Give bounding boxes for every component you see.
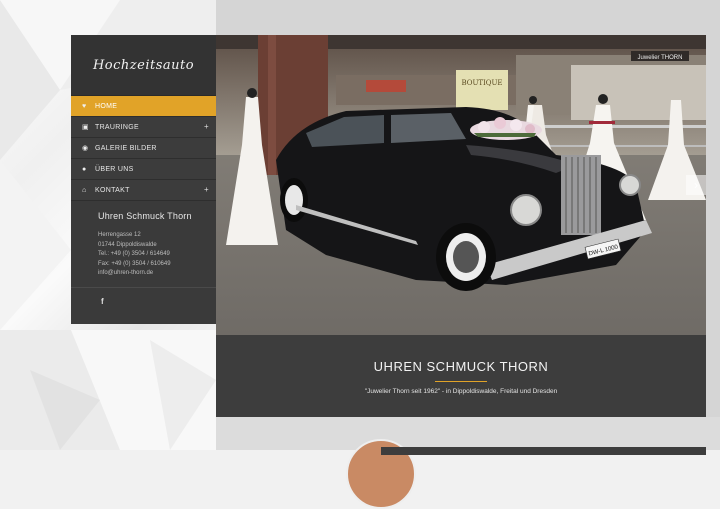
phone-number: Tel.: +49 (0) 3504 / 614649 — [98, 251, 170, 258]
hero-caption: UHREN SCHMUCK THORN "Juwelier Thorn seit… — [216, 335, 706, 417]
fax-number: Fax: +49 (0) 3504 / 610649 — [98, 260, 171, 267]
contact-block: Uhren Schmuck Thorn Herrengasse 12 01744… — [71, 201, 216, 279]
nav-item-kontakt[interactable]: ⌂ Kontakt + — [71, 180, 216, 201]
nav-item-home[interactable]: ♥ Home — [71, 96, 216, 117]
expand-plus-icon[interactable]: + — [204, 122, 209, 131]
caption-title: UHREN SCHMUCK THORN — [373, 359, 549, 374]
nav-item-label: Trauringe — [95, 123, 139, 131]
expand-plus-icon[interactable]: + — [204, 185, 209, 194]
nav-item-trauringe[interactable]: ▣ Trauringe + — [71, 117, 216, 138]
company-name: Uhren Schmuck Thorn — [98, 211, 192, 221]
chevron-right-icon: › — [694, 178, 698, 192]
home-icon: ⌂ — [82, 186, 87, 194]
email-link[interactable]: info@uhren-thorn.de — [98, 269, 216, 279]
sidebar: Hochzeitsauto ♥ Home ▣ Trauringe + ◉ Gal… — [71, 35, 216, 324]
address-street: Herrengasse 12 — [98, 232, 141, 238]
slider-next-button[interactable]: › — [686, 175, 706, 195]
main-nav: ♥ Home ▣ Trauringe + ◉ Galerie Bilder ● … — [71, 96, 216, 201]
camera-icon: ◉ — [82, 145, 89, 152]
boutique-sign: BOUTIQUE — [461, 79, 502, 87]
nav-item-ueber-uns[interactable]: ● Über uns — [71, 159, 216, 180]
caption-divider — [435, 381, 487, 382]
address-city: 01744 Dippoldiswalde — [98, 241, 157, 248]
next-section — [216, 417, 720, 509]
logo-text[interactable]: Hochzeitsauto — [93, 58, 194, 73]
caption-subtitle: "Juwelier Thorn seit 1962" - in Dippoldi… — [364, 388, 558, 395]
nav-item-label: Galerie Bilder — [95, 144, 157, 152]
facebook-icon[interactable]: f — [101, 297, 104, 306]
gift-icon: ▣ — [82, 124, 89, 131]
logo[interactable]: Hochzeitsauto — [71, 35, 216, 96]
store-sign: Juwelier THORN — [638, 55, 683, 61]
next-section-bar — [381, 447, 706, 455]
heart-icon: ♥ — [82, 102, 87, 110]
nav-item-label: Home — [95, 102, 118, 110]
nav-item-label: Kontakt — [95, 186, 130, 194]
sidebar-divider — [71, 287, 216, 288]
nav-item-label: Über uns — [95, 165, 134, 173]
nav-item-galerie[interactable]: ◉ Galerie Bilder — [71, 138, 216, 159]
hero-slider[interactable]: Juwelier THORN BOUTIQUE DW-L 1000 › — [216, 35, 706, 335]
user-icon: ● — [82, 165, 87, 173]
hero-image: Juwelier THORN BOUTIQUE DW-L 1000 — [216, 35, 706, 335]
